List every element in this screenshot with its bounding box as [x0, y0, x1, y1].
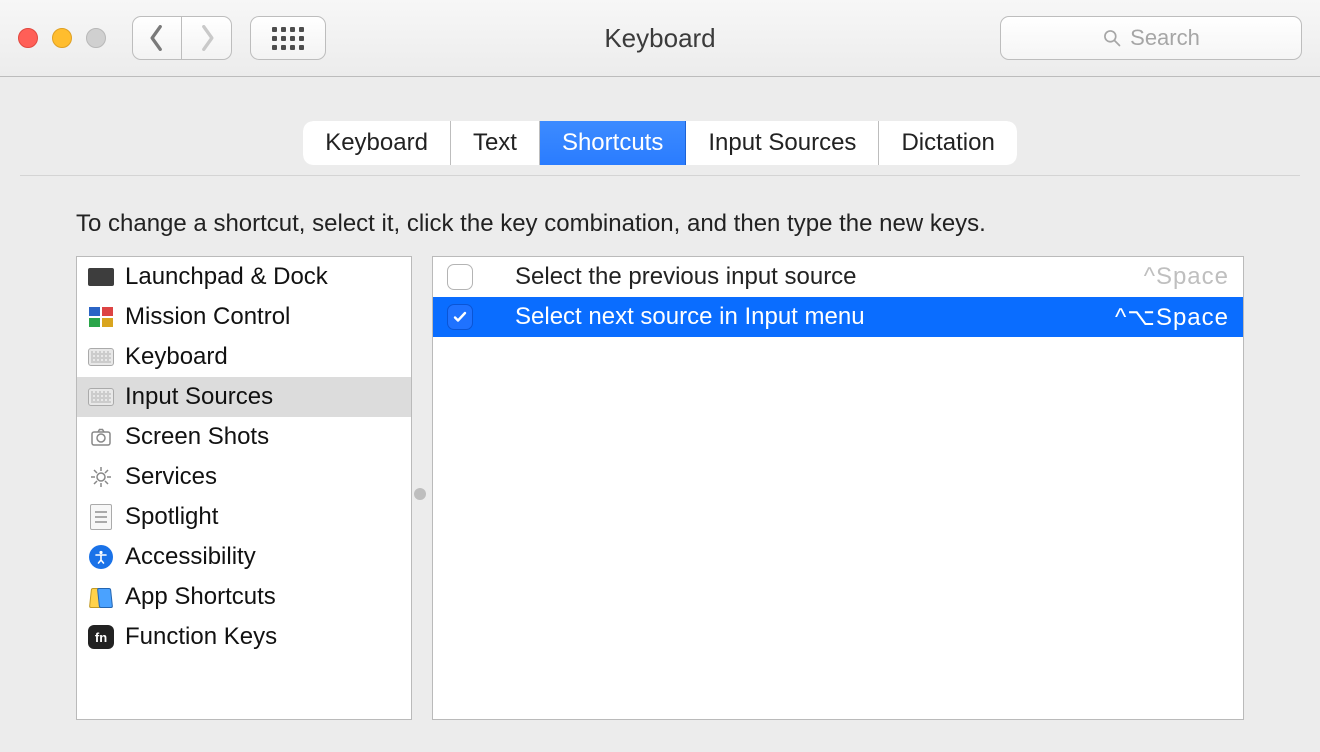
tab-bar: Keyboard Text Shortcuts Input Sources Di… — [0, 121, 1320, 165]
sidebar-item-input-sources[interactable]: Input Sources — [77, 377, 411, 417]
sidebar-item-label: Keyboard — [125, 343, 228, 371]
sidebar-item-screen-shots[interactable]: Screen Shots — [77, 417, 411, 457]
window-titlebar: Keyboard Search — [0, 0, 1320, 77]
tab-label: Shortcuts — [562, 129, 663, 157]
sidebar-item-label: Spotlight — [125, 503, 218, 531]
sidebar-item-label: Input Sources — [125, 383, 273, 411]
launchpad-dock-icon — [87, 263, 115, 291]
fn-icon: fn — [87, 623, 115, 651]
zoom-window-button[interactable] — [86, 28, 106, 48]
shortcut-checkbox[interactable] — [447, 304, 473, 330]
sidebar-item-function-keys[interactable]: fn Function Keys — [77, 617, 411, 657]
shortcut-keys[interactable]: ^⌥Space — [1115, 303, 1229, 332]
show-all-button[interactable] — [250, 16, 326, 60]
chevron-right-icon — [198, 25, 216, 51]
tab-dictation[interactable]: Dictation — [879, 121, 1016, 165]
traffic-lights — [18, 28, 106, 48]
sidebar-item-mission-control[interactable]: Mission Control — [77, 297, 411, 337]
tab-label: Text — [473, 129, 517, 157]
search-field[interactable]: Search — [1000, 16, 1302, 60]
sidebar-item-label: Launchpad & Dock — [125, 263, 328, 291]
sidebar-item-label: Services — [125, 463, 217, 491]
back-button[interactable] — [132, 16, 182, 60]
splitter-handle-icon[interactable] — [414, 488, 426, 500]
tab-label: Input Sources — [708, 129, 856, 157]
sidebar-item-services[interactable]: Services — [77, 457, 411, 497]
sidebar-item-spotlight[interactable]: Spotlight — [77, 497, 411, 537]
tab-label: Dictation — [901, 129, 994, 157]
shortcut-list[interactable]: Select the previous input source ^Space … — [432, 256, 1244, 720]
grid-icon — [272, 27, 304, 50]
shortcut-row[interactable]: Select the previous input source ^Space — [433, 257, 1243, 297]
camera-icon — [87, 423, 115, 451]
tab-label: Keyboard — [325, 129, 428, 157]
chevron-left-icon — [148, 25, 166, 51]
tab-keyboard[interactable]: Keyboard — [303, 121, 451, 165]
sidebar-item-app-shortcuts[interactable]: App Shortcuts — [77, 577, 411, 617]
keyboard-icon — [87, 343, 115, 371]
minimize-window-button[interactable] — [52, 28, 72, 48]
shortcut-label: Select the previous input source — [515, 263, 1144, 291]
forward-button[interactable] — [182, 16, 232, 60]
shortcut-checkbox[interactable] — [447, 264, 473, 290]
tab-input-sources[interactable]: Input Sources — [686, 121, 879, 165]
shortcut-keys[interactable]: ^Space — [1144, 263, 1229, 291]
keyboard-icon — [87, 383, 115, 411]
document-icon — [87, 503, 115, 531]
sidebar-item-label: App Shortcuts — [125, 583, 276, 611]
search-icon — [1102, 28, 1122, 48]
category-sidebar[interactable]: Launchpad & Dock Mission Control Keyboar… — [76, 256, 412, 720]
shortcuts-panel: To change a shortcut, select it, click t… — [20, 175, 1300, 720]
search-placeholder: Search — [1130, 25, 1200, 51]
gear-icon — [87, 463, 115, 491]
sidebar-item-launchpad-dock[interactable]: Launchpad & Dock — [77, 257, 411, 297]
tab-text[interactable]: Text — [451, 121, 540, 165]
close-window-button[interactable] — [18, 28, 38, 48]
sidebar-item-keyboard[interactable]: Keyboard — [77, 337, 411, 377]
app-shortcuts-icon — [87, 583, 115, 611]
mission-control-icon — [87, 303, 115, 331]
sidebar-item-label: Mission Control — [125, 303, 290, 331]
sidebar-item-label: Accessibility — [125, 543, 256, 571]
shortcut-label: Select next source in Input menu — [515, 303, 1115, 331]
content: Keyboard Text Shortcuts Input Sources Di… — [0, 77, 1320, 746]
sidebar-item-accessibility[interactable]: Accessibility — [77, 537, 411, 577]
checkmark-icon — [452, 309, 468, 325]
tab-shortcuts[interactable]: Shortcuts — [540, 121, 686, 165]
accessibility-icon — [87, 543, 115, 571]
sidebar-item-label: Function Keys — [125, 623, 277, 651]
shortcut-row[interactable]: Select next source in Input menu ^⌥Space — [433, 297, 1243, 337]
sidebar-item-label: Screen Shots — [125, 423, 269, 451]
instruction-text: To change a shortcut, select it, click t… — [76, 210, 1244, 238]
nav-buttons — [132, 16, 232, 60]
